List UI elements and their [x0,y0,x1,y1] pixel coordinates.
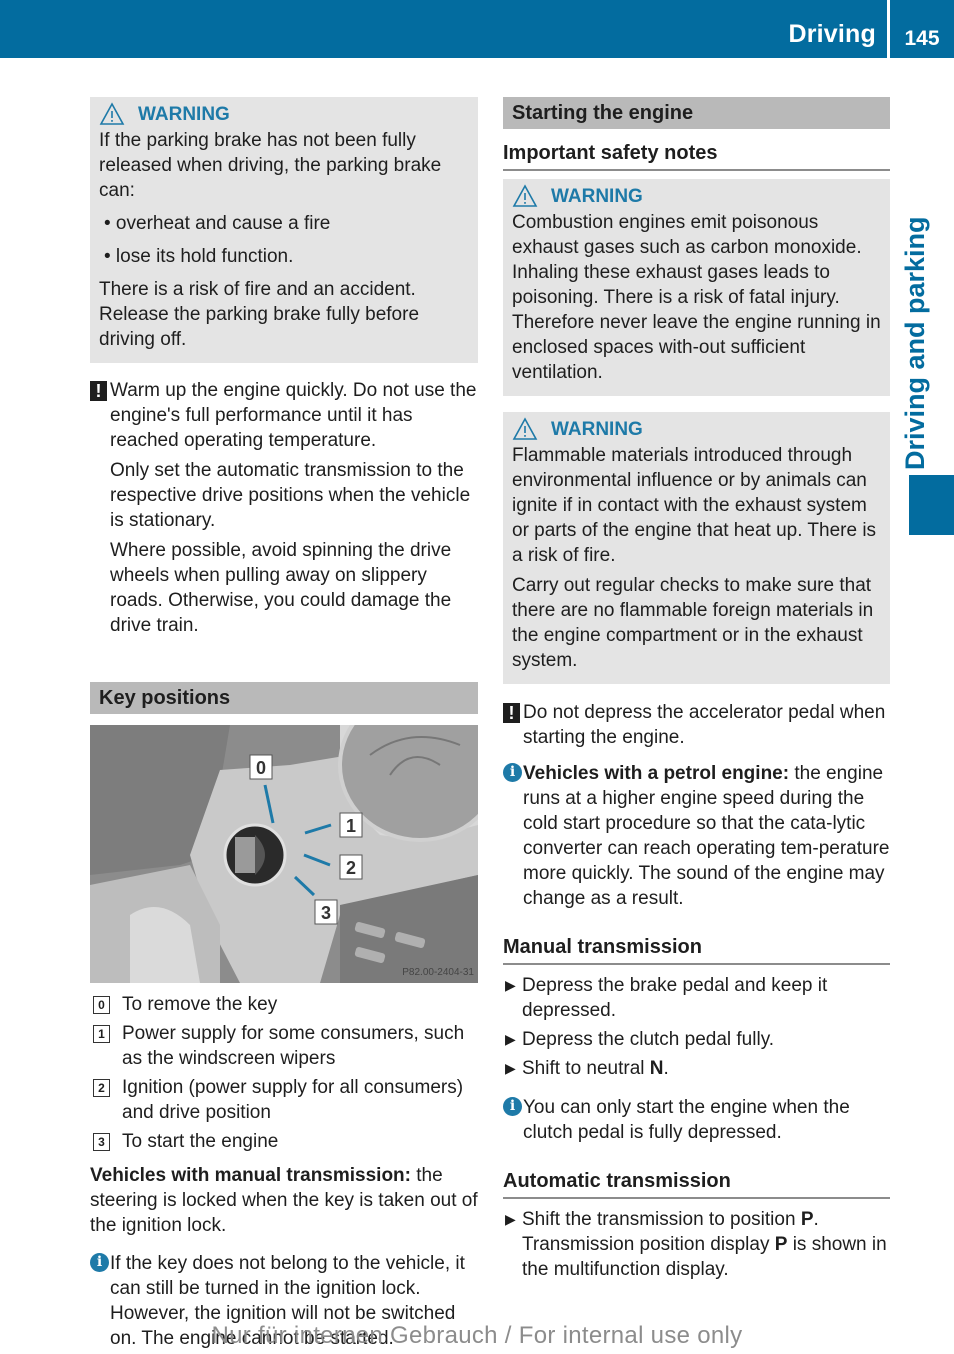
warning-label: WARNING [138,103,230,125]
left-column: WARNING If the parking brake has not bee… [90,97,478,1354]
note-text: Do not depress the accelerator pedal whe… [523,702,886,748]
warning-box-parking-brake: WARNING If the parking brake has not bee… [90,97,478,363]
step-arrow-icon: ▶ [505,1211,516,1227]
instruction-step: ▶ Shift to neutral N. [503,1056,890,1081]
info-text: Vehicles with a petrol engine: the engin… [523,761,890,911]
legend-text: To remove the key [122,994,278,1015]
page-number: 145 [904,27,940,50]
instruction-step: ▶ Shift the transmission to position P. … [503,1207,890,1282]
legend-text: Ignition (power supply for all consumers… [122,1077,464,1123]
step-arrow-icon: ▶ [505,1031,516,1047]
instruction-step: ▶ Depress the clutch pedal fully. [503,1027,890,1052]
footer-watermark: Nur für internen Gebrauch / For internal… [211,1322,743,1349]
manual-note-bold: Vehicles with manual transmission: [90,1165,411,1186]
figure-code: P82.00-2404-31 [402,967,474,978]
step-bold: N [649,1058,664,1079]
warning-box-flammable: WARNING Flammable materials introduced t… [503,412,890,684]
info-body: the engine runs at a higher engine speed… [523,763,890,909]
section-heading-key-positions: Key positions [90,682,478,714]
subheading-automatic-transmission: Automatic transmission [503,1169,890,1199]
caution-note-warm-up: ! Warm up the engine quickly. Do not use… [90,378,478,638]
note-paragraph: Only set the automatic transmission to t… [110,460,471,531]
exclamation-icon: ! [503,703,520,723]
warning-bullet: • overheat and cause a fire [104,213,331,234]
page-header: Driving 145 [0,0,954,58]
note-paragraph: Where possible, avoid spinning the drive… [110,540,452,636]
step-text: Depress the brake pedal and keep it depr… [522,975,828,1021]
legend-text: To start the engine [122,1131,279,1152]
warning-intro: If the parking brake has not been fully … [99,130,442,201]
figure-callout-3: 3 [321,903,331,923]
section-heading-starting-engine: Starting the engine [503,97,890,129]
header-section-title: Driving [788,20,876,48]
warning-heading: WARNING [99,100,469,128]
warning-text: Flammable materials introduced through e… [512,445,877,566]
subheading-manual-transmission: Manual transmission [503,935,890,965]
warning-label: WARNING [551,185,643,207]
instruction-step: ▶ Depress the brake pedal and keep it de… [503,973,890,1023]
info-bold: Vehicles with a petrol engine: [523,763,790,784]
step-text: Shift to neutral [522,1058,650,1079]
step-arrow-icon: ▶ [505,1060,516,1076]
figure-callout-1: 1 [346,816,356,836]
warning-heading: WARNING [512,182,881,210]
step-bold: P [800,1209,814,1230]
ignition-illustration: 0 1 2 3 P82.00-2404-31 [90,725,478,983]
key-position-legend: 0 To remove the key 1 Power supply for s… [90,992,478,1154]
legend-number-badge: 0 [93,996,110,1014]
legend-item: 2 Ignition (power supply for all consume… [90,1075,478,1125]
subheading-safety-notes: Important safety notes [503,141,890,171]
step-after: . [663,1058,669,1079]
info-note-clutch: i You can only start the engine when the… [503,1095,890,1145]
exclamation-icon: ! [90,381,107,401]
legend-item: 3 To start the engine [90,1129,478,1154]
warning-text: Carry out regular checks to make sure th… [512,575,874,671]
legend-number-badge: 1 [93,1025,110,1043]
caution-note-accelerator: ! Do not depress the accelerator pedal w… [503,700,890,750]
legend-item: 1 Power supply for some consumers, such … [90,1021,478,1071]
info-icon: i [503,1097,522,1116]
warning-heading: WARNING [512,415,881,443]
info-note-petrol: i Vehicles with a petrol engine: the eng… [503,761,890,911]
figure-callout-2: 2 [346,858,356,878]
warning-outro: There is a risk of fire and an accident.… [99,279,420,350]
warning-triangle-icon [512,417,538,440]
warning-label: WARNING [551,418,643,440]
warning-triangle-icon [512,184,538,207]
step-arrow-icon: ▶ [505,977,516,993]
warning-bullet: • lose its hold function. [104,246,294,267]
legend-text: Power supply for some consumers, such as… [122,1023,465,1069]
manual-transmission-note: Vehicles with manual transmission: the s… [90,1163,478,1238]
step-bold: P [774,1234,788,1255]
legend-item: 0 To remove the key [90,992,478,1017]
legend-number-badge: 2 [93,1079,110,1097]
figure-callout-0: 0 [256,758,266,778]
warning-text: Combustion engines emit poisonous exhaus… [512,212,881,383]
warning-triangle-icon [99,102,125,125]
warning-box-exhaust: WARNING Combustion engines emit poisonou… [503,179,890,396]
ignition-lock-figure: 0 1 2 3 P82.00-2404-31 [90,725,478,983]
info-text: You can only start the engine when the c… [523,1097,850,1143]
side-tab-label: Driving and parking [900,216,930,470]
info-icon: i [90,1253,109,1272]
legend-number-badge: 3 [93,1133,110,1151]
step-text: Shift the transmission to position [522,1209,801,1230]
note-paragraph: Warm up the engine quickly. Do not use t… [110,380,477,451]
step-text: Depress the clutch pedal fully. [522,1029,775,1050]
info-icon: i [503,763,522,782]
side-tab-marker [909,475,954,535]
right-column: Starting the engine Important safety not… [503,97,890,1286]
